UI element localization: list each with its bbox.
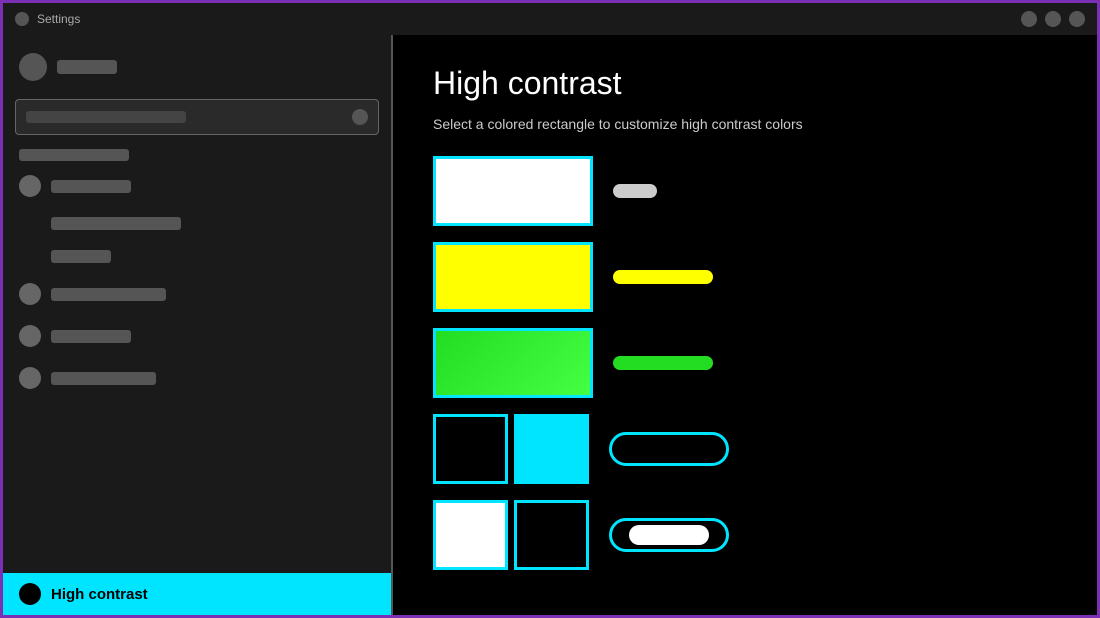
personalization-icon bbox=[19, 283, 41, 305]
high-contrast-icon: ☀ bbox=[19, 583, 41, 605]
titlebar-app-icon bbox=[15, 12, 29, 26]
sidebar-item-devices[interactable] bbox=[3, 207, 391, 240]
green-indicator bbox=[613, 356, 713, 370]
dark-outline-indicator bbox=[609, 432, 729, 466]
swatch-row-yellow bbox=[433, 242, 1057, 312]
sidebar-item-apps[interactable] bbox=[3, 315, 391, 357]
apps-icon bbox=[19, 325, 41, 347]
swatch-row-white-black bbox=[433, 500, 1057, 570]
sidebar-item-accounts[interactable] bbox=[3, 357, 391, 399]
swatch-row-black-cyan bbox=[433, 414, 1057, 484]
sidebar-item-high-contrast[interactable]: ☀ High contrast bbox=[3, 573, 391, 615]
system-icon bbox=[19, 175, 41, 197]
maximize-button[interactable] bbox=[1045, 11, 1061, 27]
personalization-label bbox=[51, 288, 166, 301]
content-area: High contrast Select a colored rectangle… bbox=[393, 35, 1097, 615]
titlebar-controls bbox=[1021, 11, 1085, 27]
indicator-inner-bar bbox=[629, 525, 709, 545]
swatch-row-white bbox=[433, 156, 1057, 226]
user-avatar bbox=[19, 53, 47, 81]
white-inner-indicator bbox=[609, 518, 729, 552]
user-name-label bbox=[57, 60, 117, 74]
sidebar-item-system[interactable] bbox=[3, 165, 391, 207]
titlebar: Settings bbox=[3, 3, 1097, 35]
search-icon bbox=[352, 109, 368, 125]
white-small-swatch[interactable] bbox=[433, 500, 508, 570]
yellow-color-swatch[interactable] bbox=[433, 242, 593, 312]
sidebar-section-label bbox=[19, 149, 129, 161]
page-title: High contrast bbox=[433, 65, 1057, 102]
cyan-color-swatch[interactable] bbox=[514, 414, 589, 484]
network-label bbox=[51, 250, 111, 263]
sidebar-search-box[interactable] bbox=[15, 99, 379, 135]
high-contrast-label: High contrast bbox=[51, 586, 148, 603]
search-bar-placeholder bbox=[26, 111, 186, 123]
white-indicator bbox=[613, 184, 657, 198]
accounts-icon bbox=[19, 367, 41, 389]
page-subtitle: Select a colored rectangle to customize … bbox=[433, 116, 1057, 132]
titlebar-left: Settings bbox=[15, 12, 80, 26]
close-button[interactable] bbox=[1069, 11, 1085, 27]
black-small-swatch[interactable] bbox=[514, 500, 589, 570]
main-layout: ☀ High contrast High contrast Select a c… bbox=[3, 35, 1097, 615]
apps-label bbox=[51, 330, 131, 343]
swatch-row-green bbox=[433, 328, 1057, 398]
system-label bbox=[51, 180, 131, 193]
titlebar-title: Settings bbox=[37, 12, 80, 26]
minimize-button[interactable] bbox=[1021, 11, 1037, 27]
sidebar: ☀ High contrast bbox=[3, 35, 393, 615]
accounts-label bbox=[51, 372, 156, 385]
yellow-indicator bbox=[613, 270, 713, 284]
sidebar-item-network[interactable] bbox=[3, 240, 391, 273]
green-color-swatch[interactable] bbox=[433, 328, 593, 398]
sidebar-item-personalization[interactable] bbox=[3, 273, 391, 315]
white-color-swatch[interactable] bbox=[433, 156, 593, 226]
black-color-swatch[interactable] bbox=[433, 414, 508, 484]
devices-label bbox=[51, 217, 181, 230]
sidebar-user-section bbox=[3, 45, 391, 89]
